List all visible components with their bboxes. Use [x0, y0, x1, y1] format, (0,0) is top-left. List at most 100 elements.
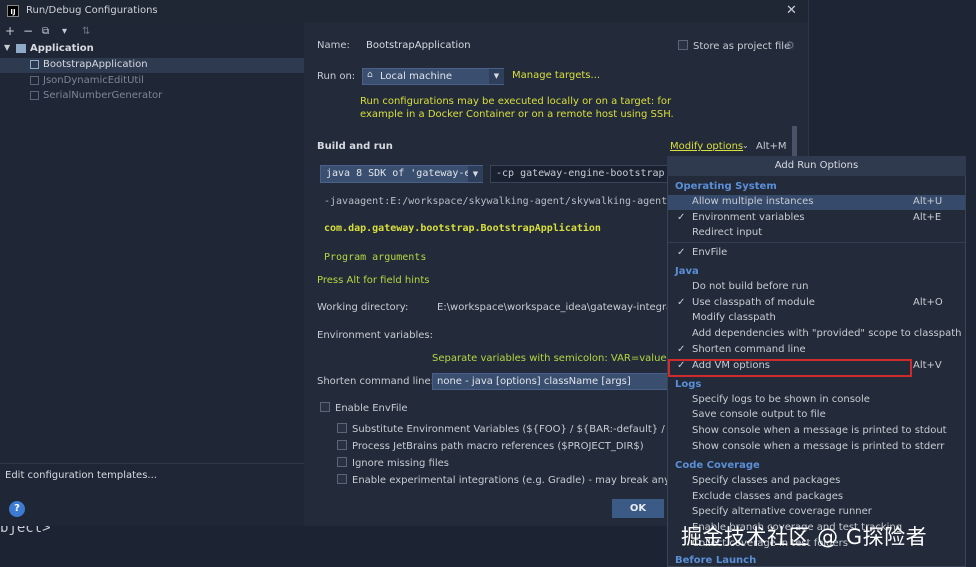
add-config-icon[interactable]: + [5, 24, 15, 38]
option-add-dependencies[interactable]: Add dependencies with "provided" scope t… [668, 327, 965, 342]
process-macro-checkbox[interactable]: Process JetBrains path macro references … [337, 440, 644, 452]
working-directory-field[interactable]: E:\workspace\workspace_idea\gateway-inte… [437, 302, 684, 313]
tree-item-jsondynamicedittil[interactable]: JsonDynamicEditUtil [0, 74, 304, 89]
divider [668, 242, 965, 243]
classpath-field[interactable]: -cp gateway-engine-bootstrap [490, 165, 668, 183]
checkbox-label: Ignore missing files [352, 458, 449, 469]
option-exclude-classes[interactable]: Exclude classes and packages [668, 490, 965, 505]
option-alternative-runner[interactable]: Specify alternative coverage runner [668, 505, 965, 520]
option-redirect-input[interactable]: Redirect input [668, 226, 965, 241]
remove-config-icon[interactable]: − [23, 24, 33, 38]
checkbox-label: Process JetBrains path macro references … [352, 441, 644, 452]
ignore-missing-checkbox[interactable]: Ignore missing files [337, 457, 449, 469]
option-use-classpath[interactable]: ✓ Use classpath of module Alt+O [668, 296, 965, 311]
name-field[interactable]: BootstrapApplication [366, 40, 471, 51]
check-icon: ✓ [677, 212, 686, 223]
build-and-run-heading: Build and run [317, 141, 393, 152]
file-icon [30, 60, 42, 71]
environment-variables-label: Environment variables: [317, 330, 433, 341]
check-icon: ✓ [677, 297, 686, 308]
sort-icon[interactable]: ⇅ [82, 26, 90, 37]
option-do-not-build[interactable]: Do not build before run [668, 280, 965, 295]
option-environment-variables[interactable]: ✓ Environment variables Alt+E [668, 211, 965, 226]
option-shortcut: Alt+O [913, 297, 943, 308]
copy-config-icon[interactable]: ⧉ [42, 26, 49, 37]
ok-button[interactable]: OK [612, 499, 664, 518]
run-on-label: Run on: [317, 71, 356, 82]
section-code-coverage: Code Coverage [675, 460, 760, 471]
manage-targets-link[interactable]: Manage targets... [512, 70, 600, 81]
modify-options-link[interactable]: Modify options [670, 141, 743, 152]
environment-variables-hint: Separate variables with semicolon: VAR=v… [432, 353, 694, 364]
tree-root-application[interactable]: ▼ Application [0, 42, 304, 57]
tree-item-label: JsonDynamicEditUtil [43, 75, 144, 86]
edit-templates-link[interactable]: Edit configuration templates... [5, 470, 157, 481]
option-label: Add dependencies with "provided" scope t… [692, 328, 962, 339]
run-info-line-2: example in a Docker Container or on a re… [360, 109, 674, 120]
option-shorten-command-line[interactable]: ✓ Shorten command line [668, 343, 965, 358]
folder-icon[interactable]: ▾ [62, 26, 67, 37]
chevron-down-icon: ⌄ [742, 141, 749, 150]
enable-envfile-label: Enable EnvFile [335, 403, 408, 414]
store-project-label: Store as project file [693, 41, 791, 52]
option-show-console-stdout[interactable]: Show console when a message is printed t… [668, 424, 965, 439]
vm-options-field[interactable]: -javaagent:E:/workspace/skywalking-agent… [324, 196, 703, 207]
option-label: Use classpath of module [692, 297, 815, 308]
option-label: Redirect input [692, 227, 763, 238]
option-shortcut: Alt+E [913, 212, 942, 223]
option-show-console-stderr[interactable]: Show console when a message is printed t… [668, 440, 965, 455]
program-arguments-field[interactable]: Program arguments [324, 252, 426, 263]
modify-options-shortcut: Alt+M [756, 141, 787, 152]
watermark: 掘金技术社区 @ G探险者 [681, 525, 928, 549]
classpath-value: -cp gateway-engine-bootstrap [496, 168, 665, 179]
gear-icon[interactable]: ⚙ [785, 39, 795, 52]
option-label: Show console when a message is printed t… [692, 441, 945, 452]
jdk-value: java 8 SDK of 'gateway-eng [326, 168, 468, 179]
run-info-line-1: Run configurations may be executed local… [360, 96, 672, 107]
option-label: Shorten command line [692, 344, 806, 355]
option-shortcut: Alt+V [913, 360, 942, 371]
help-icon[interactable]: ? [9, 501, 25, 517]
close-icon[interactable]: ✕ [786, 3, 797, 18]
section-java: Java [675, 266, 699, 277]
substitute-env-checkbox[interactable]: Substitute Environment Variables (${FOO}… [337, 423, 713, 435]
store-project-checkbox[interactable]: Store as project file [678, 40, 790, 52]
option-label: EnvFile [692, 247, 728, 258]
run-on-select[interactable]: ⌂ Local machine ▼ [362, 68, 504, 85]
option-modify-classpath[interactable]: Modify classpath [668, 311, 965, 326]
chevron-down-icon: ▼ [4, 43, 11, 52]
option-label: Save console output to file [692, 409, 826, 420]
experimental-integrations-checkbox[interactable]: Enable experimental integrations (e.g. G… [337, 474, 699, 486]
option-label: Specify classes and packages [692, 475, 841, 486]
tree-item-serialnumbergenerator[interactable]: SerialNumberGenerator [0, 89, 304, 104]
enable-envfile-checkbox[interactable]: Enable EnvFile [320, 402, 408, 414]
check-icon: ✓ [677, 344, 686, 355]
option-label: Exclude classes and packages [692, 491, 844, 502]
tree-root-label: Application [30, 43, 94, 54]
option-label: Specify logs to be shown in console [692, 394, 870, 405]
file-icon [30, 91, 42, 102]
shorten-command-label: Shorten command line: [317, 376, 435, 387]
name-label: Name: [317, 40, 350, 51]
shorten-command-select[interactable]: none - java [options] className [args] [432, 373, 668, 390]
option-specify-classes[interactable]: Specify classes and packages [668, 474, 965, 489]
jdk-select[interactable]: java 8 SDK of 'gateway-eng ▼ [320, 165, 483, 183]
chevron-down-icon: ▼ [489, 69, 504, 84]
option-save-console[interactable]: Save console output to file [668, 408, 965, 423]
run-on-value: Local machine [380, 71, 453, 82]
main-class-field[interactable]: com.dap.gateway.bootstrap.BootstrapAppli… [324, 223, 601, 234]
section-logs: Logs [675, 379, 702, 390]
shorten-command-value: none - java [options] className [args] [437, 376, 631, 387]
option-specify-logs[interactable]: Specify logs to be shown in console [668, 393, 965, 408]
option-envfile[interactable]: ✓ EnvFile [668, 246, 965, 261]
tree-item-bootstrapapplication[interactable]: BootstrapApplication [0, 58, 304, 73]
application-icon [16, 44, 26, 53]
home-icon: ⌂ [367, 70, 373, 80]
option-shortcut: Alt+U [913, 196, 943, 207]
option-label: Specify alternative coverage runner [692, 506, 872, 517]
option-allow-multiple-instances[interactable]: Allow multiple instances Alt+U [668, 195, 965, 210]
option-label: Environment variables [692, 212, 805, 223]
chevron-down-icon: ▼ [468, 166, 483, 182]
option-label: Show console when a message is printed t… [692, 425, 947, 436]
tree-item-label: SerialNumberGenerator [43, 90, 163, 101]
